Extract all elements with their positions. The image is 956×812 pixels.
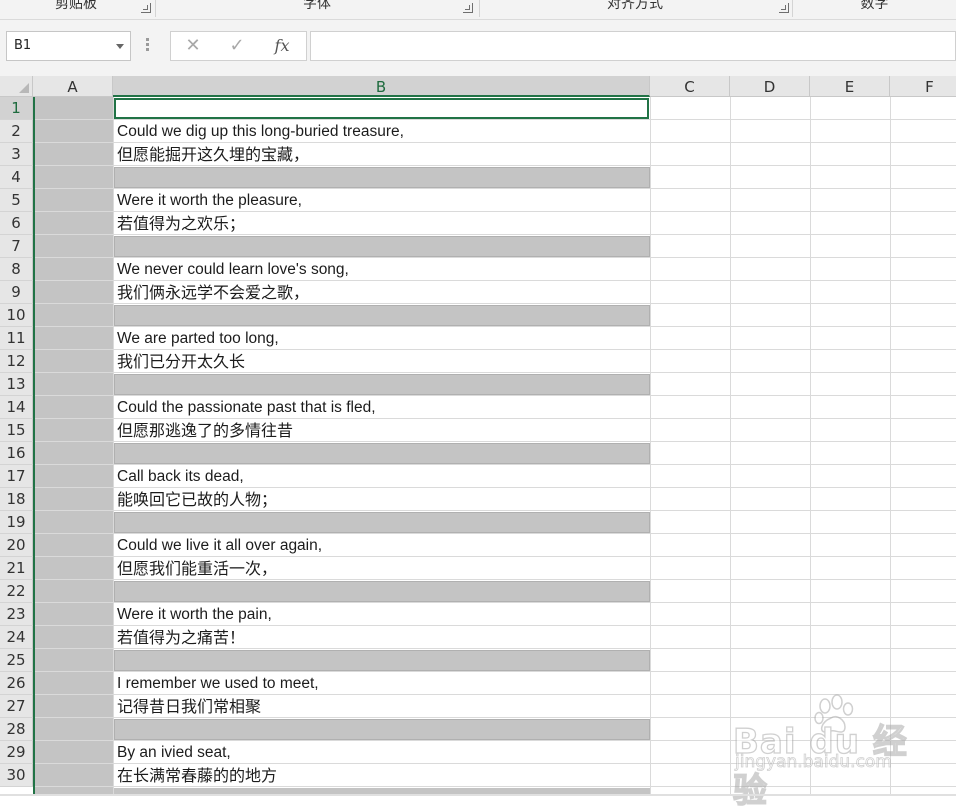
row-header-29[interactable]: 29: [0, 741, 33, 764]
formula-input[interactable]: [310, 31, 956, 61]
ribbon-group-label-alignment: 对齐方式: [607, 0, 663, 12]
column-header-a[interactable]: A: [33, 76, 113, 97]
cell-b8[interactable]: We never could learn love's song,: [117, 258, 349, 281]
formula-buttons: ✕ ✓ fx: [170, 31, 307, 61]
cell-b15[interactable]: 但愿那逃逸了的多情往昔: [117, 419, 293, 442]
active-cell-b1[interactable]: [114, 98, 649, 119]
cell-b26[interactable]: I remember we used to meet,: [117, 672, 319, 695]
column-header-f[interactable]: F: [890, 76, 956, 97]
dialog-launcher-icon[interactable]: [779, 3, 789, 13]
cell-b12[interactable]: 我们已分开太久长: [117, 350, 245, 373]
worksheet-grid[interactable]: A B C D E F 1 2 Could we dig up this long-buried…: [0, 76, 956, 796]
row-header-21[interactable]: 21: [0, 557, 33, 580]
row-header-6[interactable]: 6: [0, 212, 33, 235]
separator-cell-b19[interactable]: [114, 512, 650, 533]
cell-b21[interactable]: 但愿我们能重活一次，: [117, 557, 277, 580]
ribbon-group-label-number: 数字: [860, 0, 889, 12]
cell-b5[interactable]: Were it worth the pleasure,: [117, 189, 302, 212]
gridline-vertical: [730, 97, 731, 796]
row-header-22[interactable]: 22: [0, 580, 33, 603]
cell-b27[interactable]: 记得昔日我们常相聚: [117, 695, 261, 718]
row-header-5[interactable]: 5: [0, 189, 33, 212]
row-header-25[interactable]: 25: [0, 649, 33, 672]
row-header-11[interactable]: 11: [0, 327, 33, 350]
separator-cell-b16[interactable]: [114, 443, 650, 464]
row-header-17[interactable]: 17: [0, 465, 33, 488]
ribbon-group-label-font: 字体: [303, 0, 331, 12]
column-header-b[interactable]: B: [113, 76, 650, 97]
row-header-2[interactable]: 2: [0, 120, 33, 143]
cell-b20[interactable]: Could we live it all over again,: [117, 534, 322, 557]
separator-cell-b13[interactable]: [114, 374, 650, 395]
cell-b18[interactable]: 能唤回它已故的人物；: [117, 488, 277, 511]
column-a-fill[interactable]: [35, 97, 113, 796]
row-header-8[interactable]: 8: [0, 258, 33, 281]
formula-bar: B1 ✕ ✓ fx: [0, 20, 956, 76]
baidu-watermark: Bai du 经验 jingyan.baidu.com: [732, 690, 933, 812]
cell-b14[interactable]: Could the passionate past that is fled,: [117, 396, 376, 419]
row-header-12[interactable]: 12: [0, 350, 33, 373]
row-header-20[interactable]: 20: [0, 534, 33, 557]
cell-b30[interactable]: 在长满常春藤的的地方: [117, 764, 277, 787]
cell-b17[interactable]: Call back its dead,: [117, 465, 244, 488]
row-header-7[interactable]: 7: [0, 235, 33, 258]
cell-b23[interactable]: Were it worth the pain,: [117, 603, 272, 626]
row-header-23[interactable]: 23: [0, 603, 33, 626]
row-header-4[interactable]: 4: [0, 166, 33, 189]
dialog-launcher-icon[interactable]: [463, 3, 473, 13]
cell-b9[interactable]: 我们俩永远学不会爱之歌，: [117, 281, 309, 304]
row-header-3[interactable]: 3: [0, 143, 33, 166]
row-header-1[interactable]: 1: [0, 97, 33, 120]
select-all-button[interactable]: [0, 76, 33, 97]
separator-cell-b4[interactable]: [114, 167, 650, 188]
ribbon-group-alignment: 对齐方式: [480, 0, 790, 19]
row-header-19[interactable]: 19: [0, 511, 33, 534]
gridline-vertical: [650, 97, 651, 796]
separator-cell-b28[interactable]: [114, 719, 650, 740]
ribbon-group-label-clipboard: 剪贴板: [55, 0, 97, 12]
name-box[interactable]: B1: [6, 31, 131, 61]
row-header-27[interactable]: 27: [0, 695, 33, 718]
row-header-13[interactable]: 13: [0, 373, 33, 396]
selection-edge: [33, 97, 35, 796]
cell-b2[interactable]: Could we dig up this long-buried treasur…: [117, 120, 404, 143]
row-header-15[interactable]: 15: [0, 419, 33, 442]
cell-b11[interactable]: We are parted too long,: [117, 327, 279, 350]
row-header-16[interactable]: 16: [0, 442, 33, 465]
check-icon[interactable]: ✓: [217, 32, 257, 60]
insert-function-button[interactable]: fx: [262, 32, 302, 60]
row-header-14[interactable]: 14: [0, 396, 33, 419]
chevron-down-icon[interactable]: [116, 44, 124, 49]
dialog-launcher-icon[interactable]: [141, 3, 151, 13]
column-header-e[interactable]: E: [810, 76, 890, 97]
column-header-d[interactable]: D: [730, 76, 810, 97]
separator-cell-b25[interactable]: [114, 650, 650, 671]
separator-cell-b10[interactable]: [114, 305, 650, 326]
cell-b29[interactable]: By an ivied seat,: [117, 741, 231, 764]
row-header-28[interactable]: 28: [0, 718, 33, 741]
ribbon-group-font: 字体: [156, 0, 478, 19]
separator-cell-b7[interactable]: [114, 236, 650, 257]
cell-b6[interactable]: 若值得为之欢乐；: [117, 212, 245, 235]
cell-b3[interactable]: 但愿能掘开这久埋的宝藏，: [117, 143, 309, 166]
row-header-10[interactable]: 10: [0, 304, 33, 327]
row-header-26[interactable]: 26: [0, 672, 33, 695]
row-header-9[interactable]: 9: [0, 281, 33, 304]
cell-b24[interactable]: 若值得为之痛苦！: [117, 626, 245, 649]
close-icon[interactable]: ✕: [173, 32, 213, 60]
row-header-30[interactable]: 30: [0, 764, 33, 787]
ribbon-group-clipboard: 剪贴板: [0, 0, 152, 19]
ribbon-group-number: 数字: [793, 0, 956, 19]
row-header-24[interactable]: 24: [0, 626, 33, 649]
drag-handle-icon[interactable]: [146, 38, 149, 52]
separator-cell-b22[interactable]: [114, 581, 650, 602]
watermark-url: jingyan.baidu.com: [735, 752, 893, 773]
row-header-18[interactable]: 18: [0, 488, 33, 511]
ribbon-group-strip: 剪贴板 字体 对齐方式 数字: [0, 0, 956, 20]
name-box-value: B1: [14, 38, 32, 53]
column-header-c[interactable]: C: [650, 76, 730, 97]
